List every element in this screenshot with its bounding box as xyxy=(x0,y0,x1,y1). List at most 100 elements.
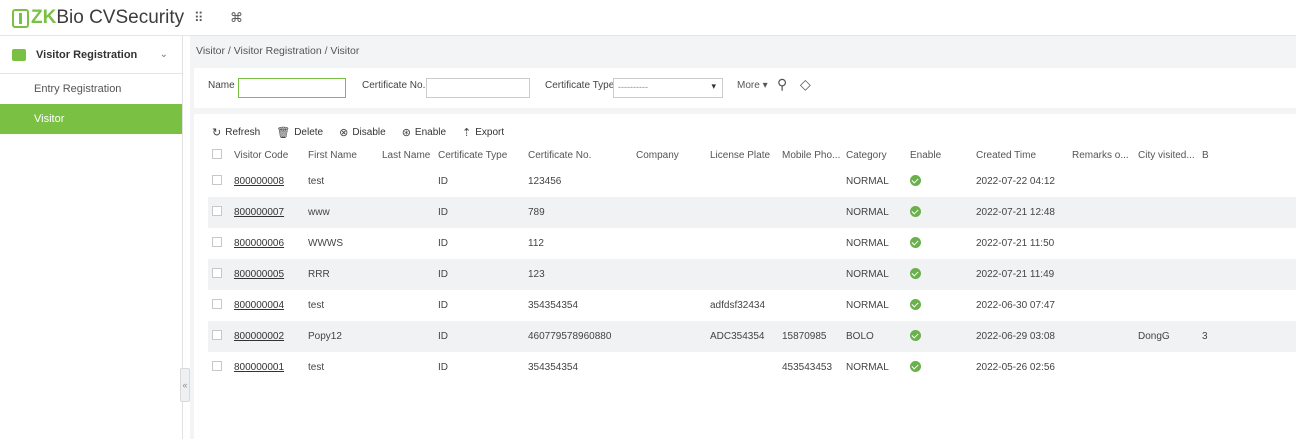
sidebar-section-visitor-registration[interactable]: Visitor Registration ⌄ xyxy=(0,36,182,74)
row-checkbox[interactable] xyxy=(212,299,222,309)
select-all-checkbox-cell[interactable] xyxy=(208,144,230,166)
table-cell xyxy=(1068,290,1134,321)
table-cell: 2022-06-30 07:47 xyxy=(972,290,1068,321)
column-header[interactable]: Certificate Type xyxy=(434,144,524,166)
export-button[interactable]: ⇡ Export xyxy=(462,122,504,142)
search-icon[interactable]: ⚲ xyxy=(777,76,787,93)
table-cell: NORMAL xyxy=(842,290,906,321)
table-cell xyxy=(378,228,434,259)
column-header[interactable]: Created Time xyxy=(972,144,1068,166)
table-row[interactable]: 800000006 WWWS ID 112 NORMAL 2022-07-21 11:50 xyxy=(208,228,1296,259)
certificate-type-select[interactable]: ---------- ▾ xyxy=(613,78,723,98)
column-header[interactable]: License Plate xyxy=(706,144,778,166)
row-checkbox-cell[interactable] xyxy=(208,259,230,290)
enable-cell xyxy=(906,228,972,259)
column-header[interactable]: Last Name xyxy=(378,144,434,166)
column-header[interactable]: Remarks o... xyxy=(1068,144,1134,166)
enable-button[interactable]: ⊛ Enable xyxy=(402,122,446,142)
row-checkbox[interactable] xyxy=(212,268,222,278)
column-header[interactable]: City visited... xyxy=(1134,144,1198,166)
table-cell xyxy=(1198,352,1296,383)
column-header[interactable]: Visitor Code xyxy=(230,144,304,166)
row-checkbox-cell[interactable] xyxy=(208,352,230,383)
table-cell xyxy=(1134,197,1198,228)
table-body: 800000008 test ID 123456 NORMAL 2022-07-22 04… xyxy=(208,166,1296,383)
table-row[interactable]: 800000005 RRR ID 123 NORMAL 2022-07-21 11:49 xyxy=(208,259,1296,290)
table-cell: test xyxy=(304,166,378,197)
row-checkbox-cell[interactable] xyxy=(208,197,230,228)
table-cell: 123456 xyxy=(524,166,632,197)
table-cell xyxy=(378,197,434,228)
table-cell xyxy=(1068,321,1134,352)
visitor-code-cell: 800000004 xyxy=(230,290,304,321)
column-header[interactable]: Company xyxy=(632,144,706,166)
visitor-code-link[interactable]: 800000001 xyxy=(234,362,284,373)
sidebar-section-label: Visitor Registration xyxy=(36,48,138,61)
row-checkbox-cell[interactable] xyxy=(208,166,230,197)
column-header[interactable]: Enable xyxy=(906,144,972,166)
certificate-no-input[interactable] xyxy=(426,78,530,98)
disable-button[interactable]: ⊗ Disable xyxy=(339,122,386,142)
more-dropdown[interactable]: More ▾ xyxy=(737,80,768,91)
column-header[interactable]: Mobile Pho... xyxy=(778,144,842,166)
table-row[interactable]: 800000001 test ID 354354354 453543453 NORMAL 2… xyxy=(208,352,1296,383)
table-cell: ID xyxy=(434,352,524,383)
visitor-code-link[interactable]: 800000002 xyxy=(234,331,284,342)
column-header[interactable]: B xyxy=(1198,144,1296,166)
visitor-code-link[interactable]: 800000005 xyxy=(234,269,284,280)
clear-icon[interactable]: ◇ xyxy=(800,76,811,93)
sidebar-collapse-handle[interactable]: « xyxy=(180,368,190,402)
row-checkbox-cell[interactable] xyxy=(208,290,230,321)
visitor-code-link[interactable]: 800000008 xyxy=(234,176,284,187)
table-cell: NORMAL xyxy=(842,259,906,290)
table-cell: ID xyxy=(434,259,524,290)
table-cell xyxy=(778,228,842,259)
sidebar: Visitor Registration ⌄ Entry Registratio… xyxy=(0,36,183,439)
enabled-check-icon xyxy=(910,174,921,186)
row-checkbox[interactable] xyxy=(212,175,222,185)
row-checkbox-cell[interactable] xyxy=(208,321,230,352)
app-logo[interactable]: ZK Bio CVSecurity xyxy=(12,7,184,29)
table-cell xyxy=(1068,352,1134,383)
delete-label: Delete xyxy=(294,126,324,138)
command-icon[interactable]: ⌘ xyxy=(230,10,243,26)
table-cell: 354354354 xyxy=(524,290,632,321)
table-cell: 2022-07-21 11:50 xyxy=(972,228,1068,259)
more-label: More xyxy=(737,80,760,91)
sidebar-item-visitor[interactable]: Visitor xyxy=(0,104,182,134)
table-cell xyxy=(778,259,842,290)
table-row[interactable]: 800000007 www ID 789 NORMAL 2022-07-21 12:48 xyxy=(208,197,1296,228)
table-cell xyxy=(1134,166,1198,197)
grid-panel: ↻ Refresh 🗑 Delete ⊗ Disable ⊛ Enable ⇡ Expor… xyxy=(194,114,1296,439)
top-bar: ZK Bio CVSecurity ⠿ ⌘ xyxy=(0,0,1296,36)
select-all-checkbox[interactable] xyxy=(212,148,222,159)
row-checkbox[interactable] xyxy=(212,237,222,247)
table-row[interactable]: 800000002 Popy12 ID 460779578960880 ADC35435… xyxy=(208,321,1296,352)
row-checkbox-cell[interactable] xyxy=(208,228,230,259)
app-grid-icon[interactable]: ⠿ xyxy=(194,10,204,26)
main-content: Visitor / Visitor Registration / Visitor… xyxy=(190,36,1296,439)
column-header[interactable]: Category xyxy=(842,144,906,166)
table-row[interactable]: 800000008 test ID 123456 NORMAL 2022-07-22 04… xyxy=(208,166,1296,197)
table-cell xyxy=(706,166,778,197)
column-header[interactable]: Certificate No. xyxy=(524,144,632,166)
delete-button[interactable]: 🗑 Delete xyxy=(276,122,323,142)
row-checkbox[interactable] xyxy=(212,330,222,340)
visitor-code-cell: 800000001 xyxy=(230,352,304,383)
enabled-check-icon xyxy=(910,205,921,217)
table-cell: 453543453 xyxy=(778,352,842,383)
column-header[interactable]: First Name xyxy=(304,144,378,166)
table-cell: 354354354 xyxy=(524,352,632,383)
visitor-code-link[interactable]: 800000004 xyxy=(234,300,284,311)
refresh-button[interactable]: ↻ Refresh xyxy=(212,122,260,142)
row-checkbox[interactable] xyxy=(212,361,222,371)
table-cell xyxy=(1068,228,1134,259)
name-input[interactable] xyxy=(238,78,346,98)
table-cell xyxy=(1134,352,1198,383)
visitor-code-link[interactable]: 800000006 xyxy=(234,238,284,249)
visitor-code-link[interactable]: 800000007 xyxy=(234,207,284,218)
sidebar-item-entry-registration[interactable]: Entry Registration xyxy=(0,74,182,104)
table-row[interactable]: 800000004 test ID 354354354 adfdsf32434 NORMA… xyxy=(208,290,1296,321)
table-cell xyxy=(378,166,434,197)
row-checkbox[interactable] xyxy=(212,206,222,216)
